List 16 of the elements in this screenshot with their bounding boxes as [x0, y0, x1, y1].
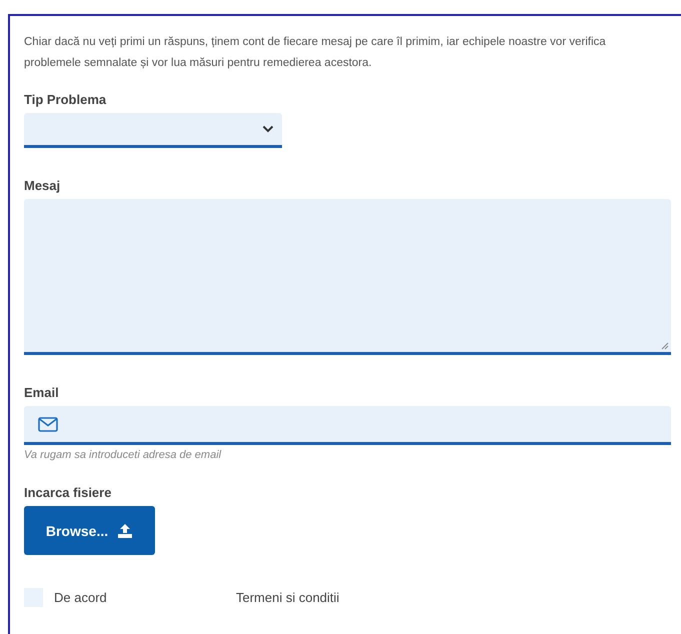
email-field[interactable] [24, 406, 671, 445]
intro-text: Chiar dacă nu veți primi un răspuns, ținem cont de fiecare mesaj pe care îl primim, iar echipele noastre vor verifica problemele semnalate și vor lua măsuri pentru remedierea acestora. [24, 35, 607, 71]
agree-label: De acord [54, 590, 108, 605]
terms-link[interactable]: Termeni si conditii [236, 590, 340, 605]
upload-icon [117, 524, 134, 538]
field-label: Email [24, 385, 60, 400]
field-label: Incarca fisiere [24, 485, 112, 500]
chevron-down-icon [262, 125, 274, 133]
field-label: Tip Problema [24, 92, 108, 107]
field-label: Mesaj [24, 178, 62, 193]
envelope-icon [38, 416, 58, 432]
resize-grip-icon [661, 342, 669, 350]
email-hint: Va rugam sa introduceti adresa de email [24, 449, 222, 461]
browse-button[interactable]: Browse... [24, 506, 155, 555]
problem-type-select[interactable] [24, 113, 282, 148]
message-field[interactable] [24, 199, 671, 355]
